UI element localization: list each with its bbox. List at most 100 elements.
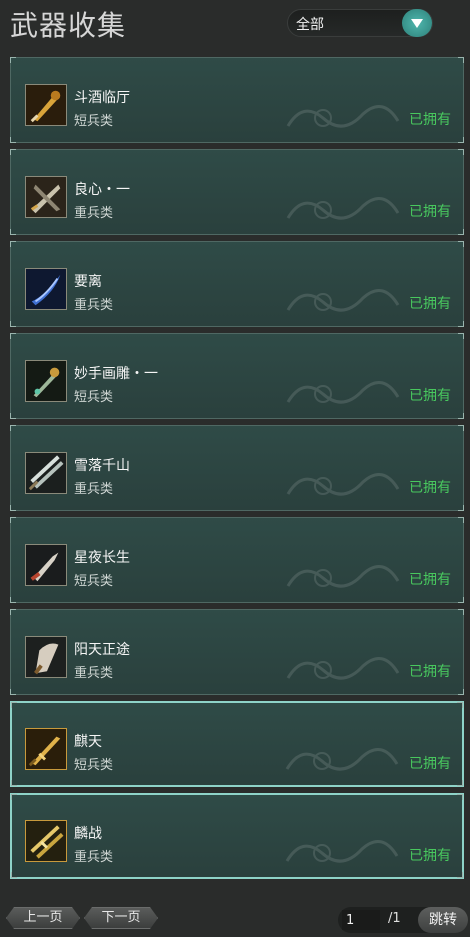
corner-ornament (458, 689, 464, 695)
weapon-category: 短兵类 (74, 758, 114, 773)
corner-ornament (458, 241, 464, 247)
corner-ornament (10, 241, 16, 247)
corner-ornament (10, 689, 16, 695)
owned-status: 已拥有 (409, 756, 451, 772)
weapon-category: 重兵类 (74, 206, 114, 221)
corner-ornament (458, 137, 464, 143)
weapon-category: 重兵类 (74, 298, 114, 313)
pagination-bar: 上一页 下一页 /1 跳转 (0, 900, 470, 937)
next-page-button[interactable]: 下一页 (84, 907, 158, 929)
corner-ornament (10, 425, 16, 431)
page-number-input[interactable] (342, 910, 380, 930)
corner-ornament (10, 413, 16, 419)
prev-page-button[interactable]: 上一页 (6, 907, 80, 929)
weapon-card[interactable]: 斗酒临厅短兵类 已拥有 (10, 57, 464, 143)
corner-ornament (458, 505, 464, 511)
filter-selected-label: 全部 (296, 17, 324, 33)
corner-ornament (458, 413, 464, 419)
crossed-blades-icon (25, 176, 67, 218)
weapon-card[interactable]: 星夜长生短兵类 已拥有 (10, 517, 464, 603)
weapon-list: 斗酒临厅 短兵类 已拥有 良心・一 重兵类 已拥有 要离 重兵类 已拥有 妙手画雕・一 短兵类 已拥有… (10, 57, 464, 885)
weapon-category: 短兵类 (74, 114, 114, 129)
cloud-pattern-icon (286, 565, 400, 588)
header: 武器收集 全部 (0, 0, 470, 50)
weapon-name: 斗酒临厅 (74, 90, 130, 106)
corner-ornament (10, 57, 16, 63)
corner-ornament (10, 229, 16, 235)
cloud-pattern-icon (286, 105, 400, 128)
page-jump-box: /1 跳转 (338, 907, 468, 933)
weapon-name: 雪落千山 (74, 458, 130, 474)
owned-status: 已拥有 (409, 848, 451, 864)
cloud-pattern-icon (286, 289, 400, 312)
owned-status: 已拥有 (409, 664, 451, 680)
owned-status: 已拥有 (409, 112, 451, 128)
owned-status: 已拥有 (409, 296, 451, 312)
weapon-card[interactable]: 良心・一重兵类 已拥有 (10, 149, 464, 235)
weapon-name: 良心・一 (74, 182, 130, 198)
corner-ornament (458, 321, 464, 327)
weapon-category: 重兵类 (74, 666, 114, 681)
weapon-name: 要离 (74, 274, 102, 290)
weapon-category: 重兵类 (74, 850, 114, 865)
corner-ornament (457, 872, 463, 878)
weapon-name: 阳天正途 (74, 642, 130, 658)
red-dagger-icon (25, 544, 67, 586)
corner-ornament (457, 702, 463, 708)
corner-ornament (11, 780, 17, 786)
corner-ornament (11, 702, 17, 708)
corner-ornament (11, 794, 17, 800)
blue-blade-icon (25, 268, 67, 310)
owned-status: 已拥有 (409, 388, 451, 404)
weapon-card[interactable]: 麟战重兵类 已拥有 (10, 793, 464, 879)
weapon-name: 妙手画雕・一 (74, 366, 158, 382)
corner-ornament (11, 872, 17, 878)
corner-ornament (458, 149, 464, 155)
category-filter-dropdown[interactable]: 全部 (287, 9, 433, 37)
weapon-card[interactable]: 雪落千山 重兵类 已拥有 (10, 425, 464, 511)
corner-ornament (457, 780, 463, 786)
weapon-name: 麒天 (74, 734, 102, 750)
corner-ornament (10, 333, 16, 339)
gold-blades-icon (25, 820, 67, 862)
jade-dagger-icon (25, 360, 67, 402)
weapon-category: 短兵类 (74, 574, 114, 589)
corner-ornament (458, 425, 464, 431)
corner-ornament (458, 333, 464, 339)
owned-status: 已拥有 (409, 572, 451, 588)
owned-status: 已拥有 (409, 204, 451, 220)
silver-blades-icon (25, 452, 67, 494)
corner-ornament (10, 505, 16, 511)
corner-ornament (458, 57, 464, 63)
page-title: 武器收集 (10, 9, 127, 42)
golden-dagger-icon (25, 84, 67, 126)
weapon-name: 星夜长生 (74, 550, 130, 566)
cloud-pattern-icon (286, 657, 400, 680)
corner-ornament (458, 229, 464, 235)
weapon-category: 短兵类 (74, 390, 114, 405)
weapon-card[interactable]: 妙手画雕・一 短兵类 已拥有 (10, 333, 464, 419)
gold-sword-icon (25, 728, 67, 770)
total-pages: /1 (388, 911, 401, 926)
corner-ornament (10, 137, 16, 143)
corner-ornament (10, 597, 16, 603)
cloud-pattern-icon (286, 381, 400, 404)
corner-ornament (10, 321, 16, 327)
cloud-pattern-icon (285, 748, 399, 771)
chevron-down-icon[interactable] (402, 9, 432, 37)
weapon-category: 重兵类 (74, 482, 114, 497)
corner-ornament (458, 517, 464, 523)
corner-ornament (10, 609, 16, 615)
weapon-card[interactable]: 阳天正途重兵类 已拥有 (10, 609, 464, 695)
corner-ornament (458, 609, 464, 615)
broad-blade-icon (25, 636, 67, 678)
corner-ornament (458, 597, 464, 603)
corner-ornament (10, 149, 16, 155)
weapon-card[interactable]: 要离重兵类 已拥有 (10, 241, 464, 327)
weapon-name: 麟战 (74, 826, 102, 842)
cloud-pattern-icon (286, 197, 400, 220)
corner-ornament (10, 517, 16, 523)
weapon-card[interactable]: 麒天短兵类 已拥有 (10, 701, 464, 787)
jump-button[interactable]: 跳转 (418, 907, 468, 933)
cloud-pattern-icon (285, 840, 399, 863)
